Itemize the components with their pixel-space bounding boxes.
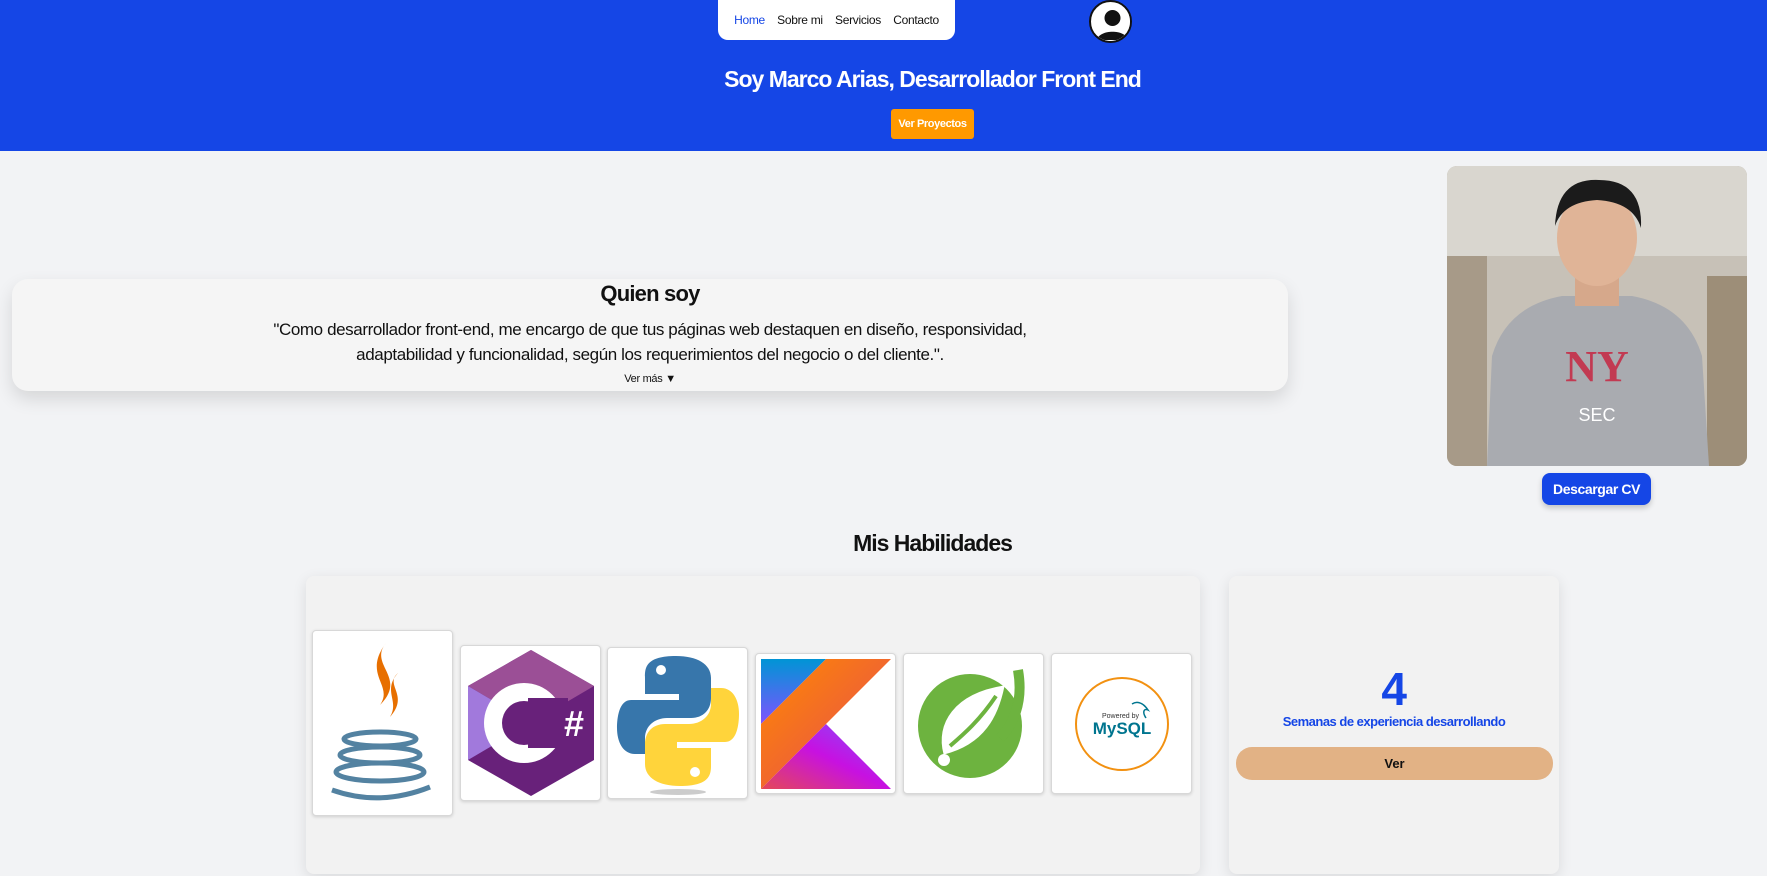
hero-header: Home Sobre mi Servicios Contacto Soy Mar… [0, 0, 1767, 151]
skills-heading: Mis Habilidades [853, 530, 1013, 556]
experience-label: Semanas de experiencia desarrollando [1282, 714, 1506, 729]
descargar-cv-button[interactable]: Descargar CV [1542, 473, 1651, 505]
spring-logo [903, 653, 1044, 794]
kotlin-logo [755, 653, 896, 794]
nav-servicios-link[interactable]: Servicios [835, 13, 881, 27]
experience-panel: 4 Semanas de experiencia desarrollando V… [1229, 576, 1559, 874]
nav-sobre-mi-link[interactable]: Sobre mi [777, 13, 823, 27]
java-logo [312, 630, 453, 816]
ver-button[interactable]: Ver [1236, 747, 1553, 780]
about-text: "Como desarrollador front-end, me encarg… [273, 320, 1027, 364]
about-heading: Quien soy [600, 281, 700, 306]
ver-proyectos-button[interactable]: Ver Proyectos [891, 109, 974, 139]
nav-home-link[interactable]: Home [734, 13, 765, 27]
ver-mas-toggle[interactable]: Ver más ▼ [624, 373, 676, 385]
nav-bar: Home Sobre mi Servicios Contacto [718, 0, 955, 40]
python-logo [607, 647, 748, 799]
svg-text:#: # [563, 703, 583, 744]
svg-text:SEC: SEC [1578, 405, 1615, 425]
mysql-wordmark: MySQL [1092, 719, 1151, 738]
user-circle-icon[interactable] [1089, 0, 1132, 43]
csharp-logo: # [460, 645, 601, 801]
profile-photo: NY SEC [1447, 166, 1747, 466]
about-card: Quien soy "Como desarrollador front-end,… [12, 279, 1288, 391]
experience-number: 4 [1381, 663, 1407, 715]
mysql-logo: Powered by MySQL [1051, 653, 1192, 794]
hero-title: Soy Marco Arias, Desarrollador Front End [724, 66, 1142, 92]
svg-text:NY: NY [1565, 342, 1629, 391]
skills-panel: # Powered by MySQL [306, 576, 1200, 874]
nav-contacto-link[interactable]: Contacto [893, 13, 939, 27]
